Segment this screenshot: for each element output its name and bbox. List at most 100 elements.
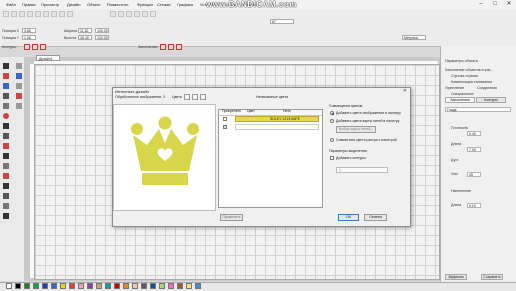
contour-bean-icon[interactable]	[40, 44, 46, 50]
menu-object[interactable]: Объект	[87, 2, 101, 7]
reshape-tool-icon[interactable]	[3, 73, 9, 79]
palette-swatch[interactable]	[195, 283, 201, 289]
open-file-icon[interactable]	[11, 11, 17, 17]
units-select[interactable]: Метрика	[402, 35, 426, 40]
palette-swatch[interactable]	[132, 283, 138, 289]
option-special[interactable]: Специальные	[451, 92, 474, 96]
zoom-in-icon[interactable]	[134, 11, 140, 17]
line-tool-icon[interactable]	[3, 93, 9, 99]
print-icon[interactable]	[27, 11, 33, 17]
select-icon[interactable]	[110, 11, 116, 17]
palette-swatch[interactable]	[15, 283, 21, 289]
undo-icon[interactable]	[59, 11, 65, 17]
fill-options-item[interactable]: Заполнение объектов строк...	[445, 68, 493, 72]
fill-pattern-icon[interactable]	[176, 44, 182, 50]
zoom-out-icon[interactable]	[192, 94, 198, 100]
cancel-button[interactable]: Отмена	[364, 214, 387, 221]
option-underlay[interactable]: Укрепление	[445, 86, 464, 90]
cut-icon[interactable]	[35, 11, 41, 17]
effects-button[interactable]: Эффекты	[445, 274, 467, 280]
row1-checkbox[interactable]	[223, 117, 227, 121]
fill-satin-icon[interactable]	[160, 44, 166, 50]
palette-swatch[interactable]	[60, 283, 66, 289]
select-thread-map-button[interactable]: Выбор карты нитей...	[336, 126, 376, 133]
fill-tool-icon[interactable]	[16, 93, 22, 99]
scale-y-field[interactable]: 100.00	[95, 35, 109, 40]
menu-view[interactable]: Просмотр	[41, 2, 59, 7]
palette-swatch[interactable]	[159, 283, 165, 289]
contour-run-icon[interactable]	[24, 44, 30, 50]
ok-button[interactable]: ОК	[338, 214, 359, 221]
palette-swatch[interactable]	[105, 283, 111, 289]
angle-field[interactable]: 45	[467, 172, 481, 177]
new-file-icon[interactable]	[3, 11, 9, 17]
measure-tool-icon[interactable]	[3, 213, 9, 219]
zoom-fit-icon[interactable]	[200, 94, 206, 100]
palette-swatch[interactable]	[150, 283, 156, 289]
width-field-panel[interactable]: 0.10	[467, 203, 481, 208]
length-field[interactable]: 7.00	[467, 147, 481, 152]
option-pull-comp[interactable]: Компенсация стягивания	[451, 80, 492, 84]
paste-icon[interactable]	[51, 11, 57, 17]
contour-satin-icon[interactable]	[32, 44, 38, 50]
monogram-tool-icon[interactable]	[3, 163, 9, 169]
minimize-button[interactable]: –	[474, 0, 488, 8]
palette-swatch[interactable]	[24, 283, 30, 289]
zoom-in-icon[interactable]	[184, 94, 190, 100]
table-row[interactable]	[235, 124, 319, 130]
contour-select[interactable]: 1	[336, 167, 388, 173]
palette-swatch[interactable]	[186, 283, 192, 289]
palette-swatch[interactable]	[42, 283, 48, 289]
menu-design[interactable]: Дизайн	[67, 2, 80, 7]
redo-icon[interactable]	[67, 11, 73, 17]
fit-icon[interactable]	[150, 11, 156, 17]
scale-x-field[interactable]: 100.00	[95, 28, 109, 33]
dialog-close-icon[interactable]: ✕	[403, 88, 407, 94]
polygon-tool-icon[interactable]	[3, 123, 9, 129]
menu-stitches[interactable]: Стежки	[157, 2, 171, 7]
shape-icon[interactable]	[118, 11, 124, 17]
height-field[interactable]: 45.49	[78, 35, 92, 40]
node-tool-icon[interactable]	[16, 63, 22, 69]
cross-stitch-tool-icon[interactable]	[3, 183, 9, 189]
zoom-field[interactable]: 67	[270, 19, 294, 24]
curve-tool-icon[interactable]	[16, 73, 22, 79]
palette-swatch[interactable]	[96, 283, 102, 289]
rectangle-tool-icon[interactable]	[3, 103, 9, 109]
apply-button[interactable]: Применить	[220, 214, 243, 221]
row2-checkbox[interactable]	[223, 125, 227, 129]
star-tool-icon[interactable]	[3, 133, 9, 139]
radio-add-card-colors[interactable]	[330, 119, 334, 123]
tab-fill[interactable]: Заполнение	[445, 97, 475, 103]
pos-x-field[interactable]: 3.66	[22, 28, 36, 33]
palette-swatch[interactable]	[78, 283, 84, 289]
fill-tatami-icon[interactable]	[168, 44, 174, 50]
density-field[interactable]: 0.40	[467, 131, 481, 136]
palette-swatch[interactable]	[51, 283, 57, 289]
text-icon[interactable]	[126, 11, 132, 17]
palette-swatch[interactable]	[69, 283, 75, 289]
tab-contours[interactable]: Контуры	[476, 97, 506, 103]
palette-swatch[interactable]	[114, 283, 120, 289]
image-tool-icon[interactable]	[3, 203, 9, 209]
save-button-panel[interactable]: Сохранить	[481, 274, 503, 280]
stitch-type-select[interactable]: Гладь	[445, 107, 511, 112]
digitize-tool-icon[interactable]	[3, 83, 9, 89]
maximize-button[interactable]: □	[488, 0, 502, 8]
menu-graphics[interactable]: Графика	[177, 2, 193, 7]
palette-swatch[interactable]	[6, 283, 12, 289]
save-icon[interactable]	[19, 11, 25, 17]
palette-swatch[interactable]	[177, 283, 183, 289]
menu-arrange[interactable]: Разместить	[107, 2, 129, 7]
width-field[interactable]: 11.62	[78, 28, 92, 33]
palette-swatch[interactable]	[141, 283, 147, 289]
menu-edit[interactable]: Правка	[22, 2, 36, 7]
option-arrow-stitch[interactable]: Строчка стрелки	[451, 74, 478, 78]
palette-swatch[interactable]	[87, 283, 93, 289]
menu-file[interactable]: Файл	[6, 2, 16, 7]
palette-swatch[interactable]	[123, 283, 129, 289]
knife-tool-icon[interactable]	[16, 83, 22, 89]
copy-icon[interactable]	[43, 11, 49, 17]
applique-tool-icon[interactable]	[3, 173, 9, 179]
option-connections[interactable]: Соединения	[477, 86, 497, 90]
